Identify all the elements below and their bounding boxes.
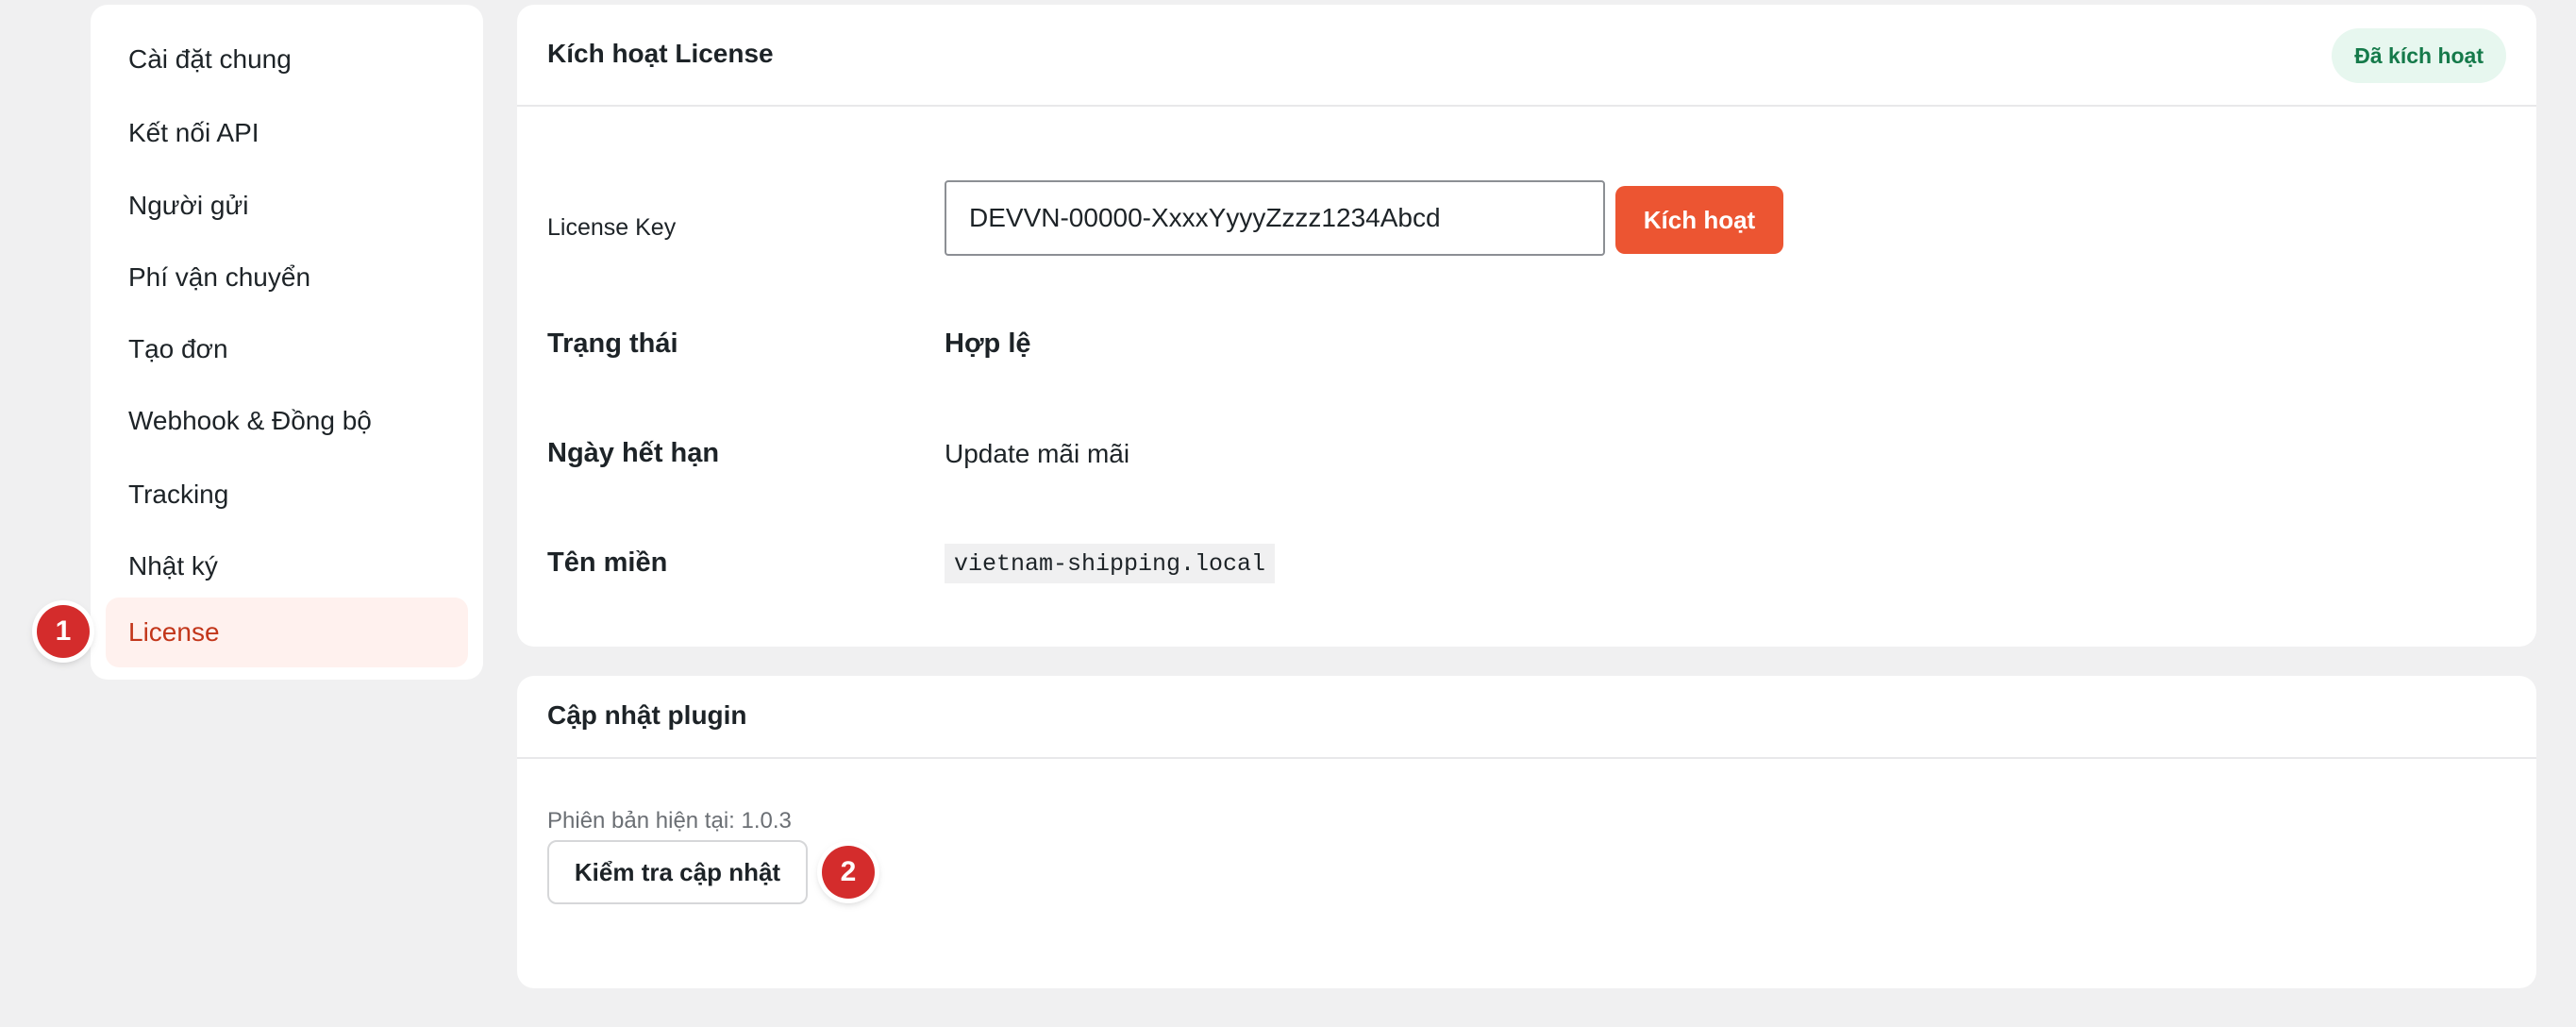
sidebar-item-log[interactable]: Nhật ký bbox=[106, 531, 468, 601]
domain-value: vietnam-shipping.local bbox=[945, 544, 1276, 583]
sidebar-item-label: Tạo đơn bbox=[128, 334, 228, 363]
license-activation-card: Kích hoạt License Đã kích hoạt License K… bbox=[517, 5, 2536, 647]
sidebar-item-webhook-sync[interactable]: Webhook & Đồng bộ bbox=[106, 386, 468, 456]
status-label: Trạng thái bbox=[547, 328, 678, 359]
sidebar-item-license[interactable]: License bbox=[106, 598, 468, 667]
card-header: Cập nhật plugin bbox=[517, 676, 2536, 759]
expiry-label: Ngày hết hạn bbox=[547, 438, 720, 468]
sidebar-item-label: Cài đặt chung bbox=[128, 44, 292, 74]
sidebar-item-label: Webhook & Đồng bộ bbox=[128, 406, 372, 435]
sidebar-item-label: Người gửi bbox=[128, 191, 249, 220]
check-update-button[interactable]: Kiểm tra cập nhật bbox=[547, 840, 808, 904]
card-title: Cập nhật plugin bbox=[547, 700, 747, 730]
sidebar-item-label: Kết nối API bbox=[128, 118, 259, 147]
sidebar-item-label: License bbox=[128, 617, 220, 647]
card-header: Kích hoạt License Đã kích hoạt bbox=[517, 5, 2536, 107]
marker-number: 1 bbox=[55, 615, 72, 647]
sidebar-item-label: Tracking bbox=[128, 480, 229, 509]
sidebar-item-sender[interactable]: Người gửi bbox=[106, 171, 468, 241]
status-badge: Đã kích hoạt bbox=[2332, 28, 2506, 83]
domain-label: Tên miền bbox=[547, 547, 668, 578]
sidebar-item-tracking[interactable]: Tracking bbox=[106, 460, 468, 530]
sidebar-item-api-connection[interactable]: Kết nối API bbox=[106, 98, 468, 168]
status-value: Hợp lệ bbox=[945, 328, 1031, 359]
settings-sidebar: Cài đặt chung Kết nối API Người gửi Phí … bbox=[91, 5, 483, 680]
license-key-input[interactable] bbox=[945, 180, 1605, 256]
sidebar-item-label: Nhật ký bbox=[128, 551, 218, 581]
annotation-marker-1: 1 bbox=[37, 605, 90, 658]
sidebar-item-shipping-fee[interactable]: Phí vận chuyển bbox=[106, 243, 468, 312]
sidebar-item-create-order[interactable]: Tạo đơn bbox=[106, 314, 468, 384]
card-title: Kích hoạt License bbox=[547, 39, 774, 68]
marker-number: 2 bbox=[840, 856, 857, 887]
current-version-text: Phiên bản hiện tại: 1.0.3 bbox=[547, 808, 792, 833]
sidebar-item-general-settings[interactable]: Cài đặt chung bbox=[106, 25, 468, 94]
license-key-label: License Key bbox=[547, 214, 677, 241]
sidebar-item-label: Phí vận chuyển bbox=[128, 262, 311, 292]
plugin-update-card: Cập nhật plugin Phiên bản hiện tại: 1.0.… bbox=[517, 676, 2536, 988]
expiry-value: Update mãi mãi bbox=[945, 439, 1130, 468]
annotation-marker-2: 2 bbox=[822, 846, 875, 899]
activate-button[interactable]: Kích hoạt bbox=[1615, 186, 1783, 254]
